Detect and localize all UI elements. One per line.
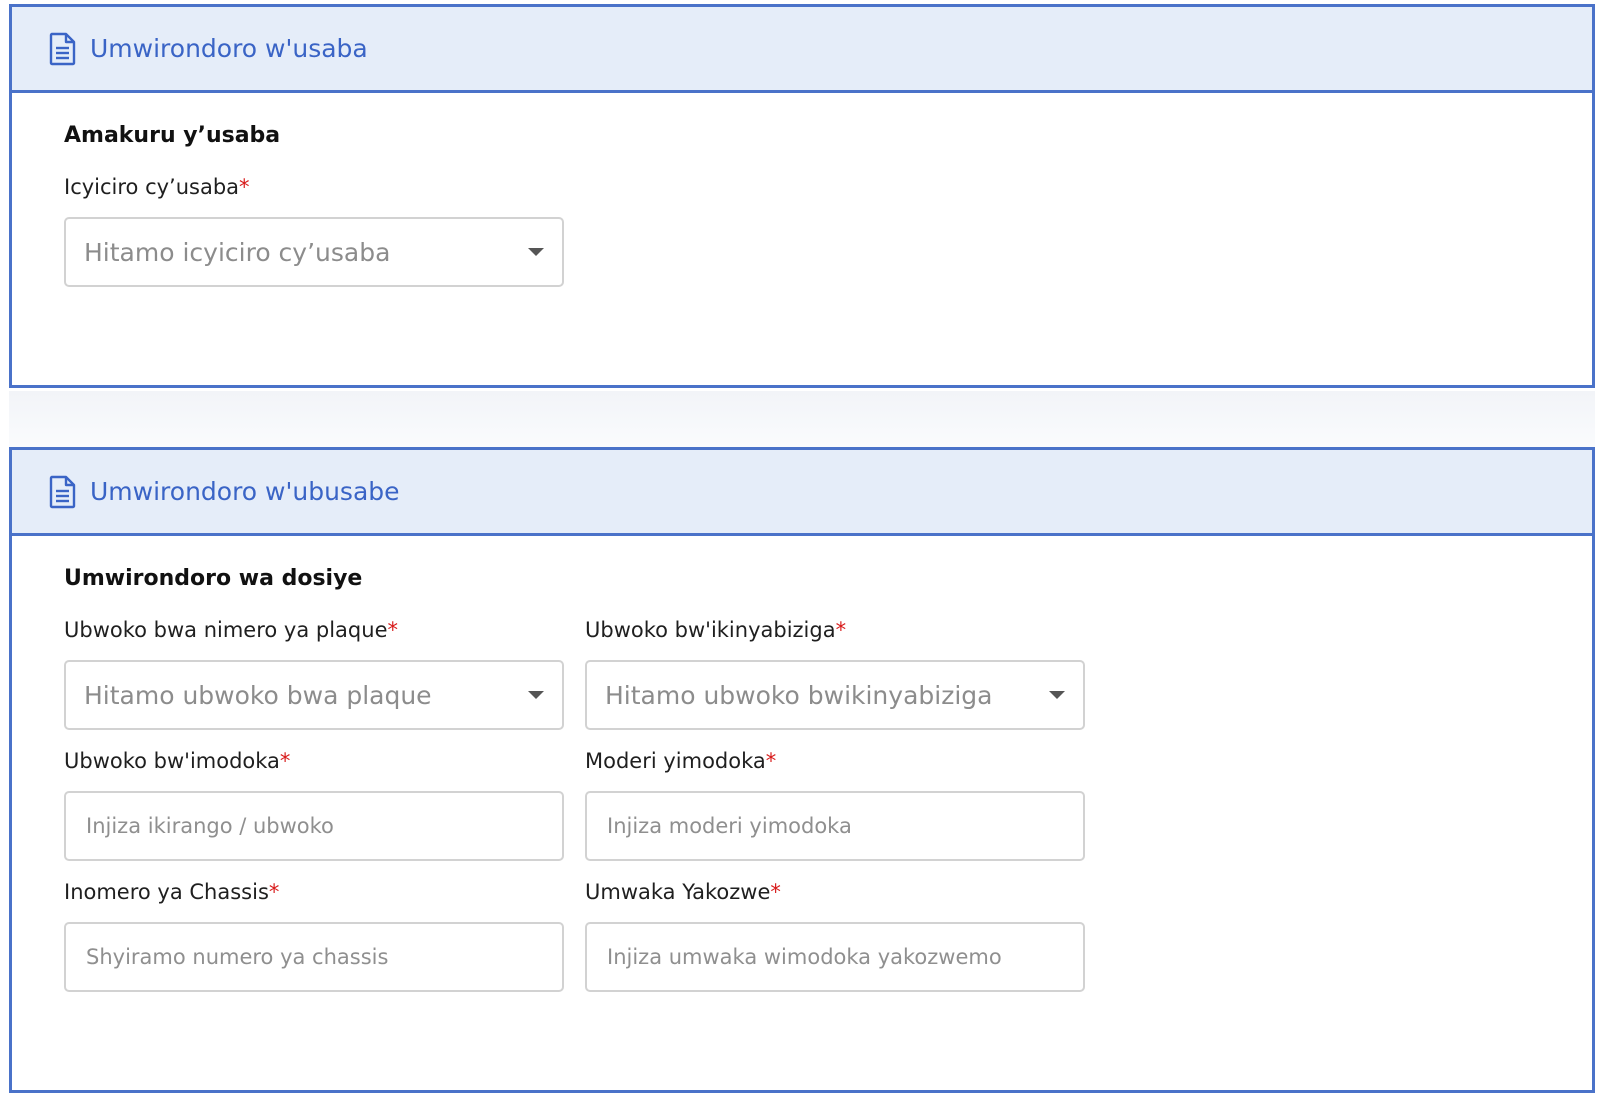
required-mark: * (835, 618, 847, 642)
manufacture-year-input[interactable] (587, 924, 1083, 990)
caret-down-icon (1049, 691, 1065, 699)
caret-down-icon (528, 248, 544, 256)
vehicle-type-select[interactable]: Hitamo ubwoko bwikinyabiziga (585, 660, 1085, 730)
required-mark: * (239, 175, 250, 199)
field-label: Ubwoko bw'ikinyabiziga* (585, 618, 847, 642)
form-grid: Icyiciro cy’usaba* Hitamo icyiciro cy’us… (64, 174, 1592, 287)
applicant-profile-card: Umwirondoro w'usaba Amakuru y’usaba Icyi… (9, 4, 1595, 388)
request-profile-card: Umwirondoro w'ubusabe Umwirondoro wa dos… (9, 447, 1595, 1093)
card-body: Umwirondoro wa dosiye Ubwoko bwa nimero … (12, 536, 1592, 992)
field-label: Ubwoko bwa nimero ya plaque* (64, 618, 399, 642)
card-title: Umwirondoro w'ubusabe (90, 477, 400, 506)
required-mark: * (387, 618, 399, 642)
car-model-field: Moderi yimodoka* (585, 748, 1085, 861)
section-title: Amakuru y’usaba (64, 123, 281, 148)
field-label: Inomero ya Chassis* (64, 880, 280, 904)
required-mark: * (770, 880, 781, 904)
applicant-category-select[interactable]: Hitamo icyiciro cy’usaba (64, 217, 564, 287)
car-make-input[interactable] (66, 793, 562, 859)
chassis-number-input-wrapper (64, 922, 564, 992)
car-make-input-wrapper (64, 791, 564, 861)
card-body: Amakuru y’usaba Icyiciro cy’usaba* Hitam… (12, 93, 1592, 287)
section-title: Umwirondoro wa dosiye (64, 566, 363, 591)
chassis-number-input[interactable] (66, 924, 562, 990)
select-placeholder: Hitamo ubwoko bwa plaque (84, 680, 432, 710)
card-header: Umwirondoro w'usaba (12, 7, 1592, 93)
select-placeholder: Hitamo ubwoko bwikinyabiziga (605, 680, 993, 710)
plate-type-select[interactable]: Hitamo ubwoko bwa plaque (64, 660, 564, 730)
required-mark: * (765, 749, 777, 773)
applicant-category-field: Icyiciro cy’usaba* Hitamo icyiciro cy’us… (64, 174, 564, 287)
car-model-input[interactable] (587, 793, 1083, 859)
field-label: Umwaka Yakozwe* (585, 880, 781, 904)
document-icon (48, 475, 78, 509)
select-placeholder: Hitamo icyiciro cy’usaba (84, 237, 391, 267)
caret-down-icon (528, 691, 544, 699)
card-header: Umwirondoro w'ubusabe (12, 450, 1592, 536)
card-title: Umwirondoro w'usaba (90, 34, 368, 63)
plate-type-field: Ubwoko bwa nimero ya plaque* Hitamo ubwo… (64, 617, 564, 730)
manufacture-year-input-wrapper (585, 922, 1085, 992)
field-label: Icyiciro cy’usaba* (64, 175, 250, 199)
chassis-number-field: Inomero ya Chassis* (64, 879, 564, 992)
section-divider (9, 391, 1595, 447)
document-icon (48, 32, 78, 66)
car-make-field: Ubwoko bw'imodoka* (64, 748, 564, 861)
car-model-input-wrapper (585, 791, 1085, 861)
field-label: Ubwoko bw'imodoka* (64, 749, 291, 773)
form-grid: Ubwoko bwa nimero ya plaque* Hitamo ubwo… (64, 617, 1592, 992)
vehicle-type-field: Ubwoko bw'ikinyabiziga* Hitamo ubwoko bw… (585, 617, 1085, 730)
manufacture-year-field: Umwaka Yakozwe* (585, 879, 1085, 992)
field-label: Moderi yimodoka* (585, 749, 777, 773)
required-mark: * (268, 880, 280, 904)
required-mark: * (279, 749, 291, 773)
